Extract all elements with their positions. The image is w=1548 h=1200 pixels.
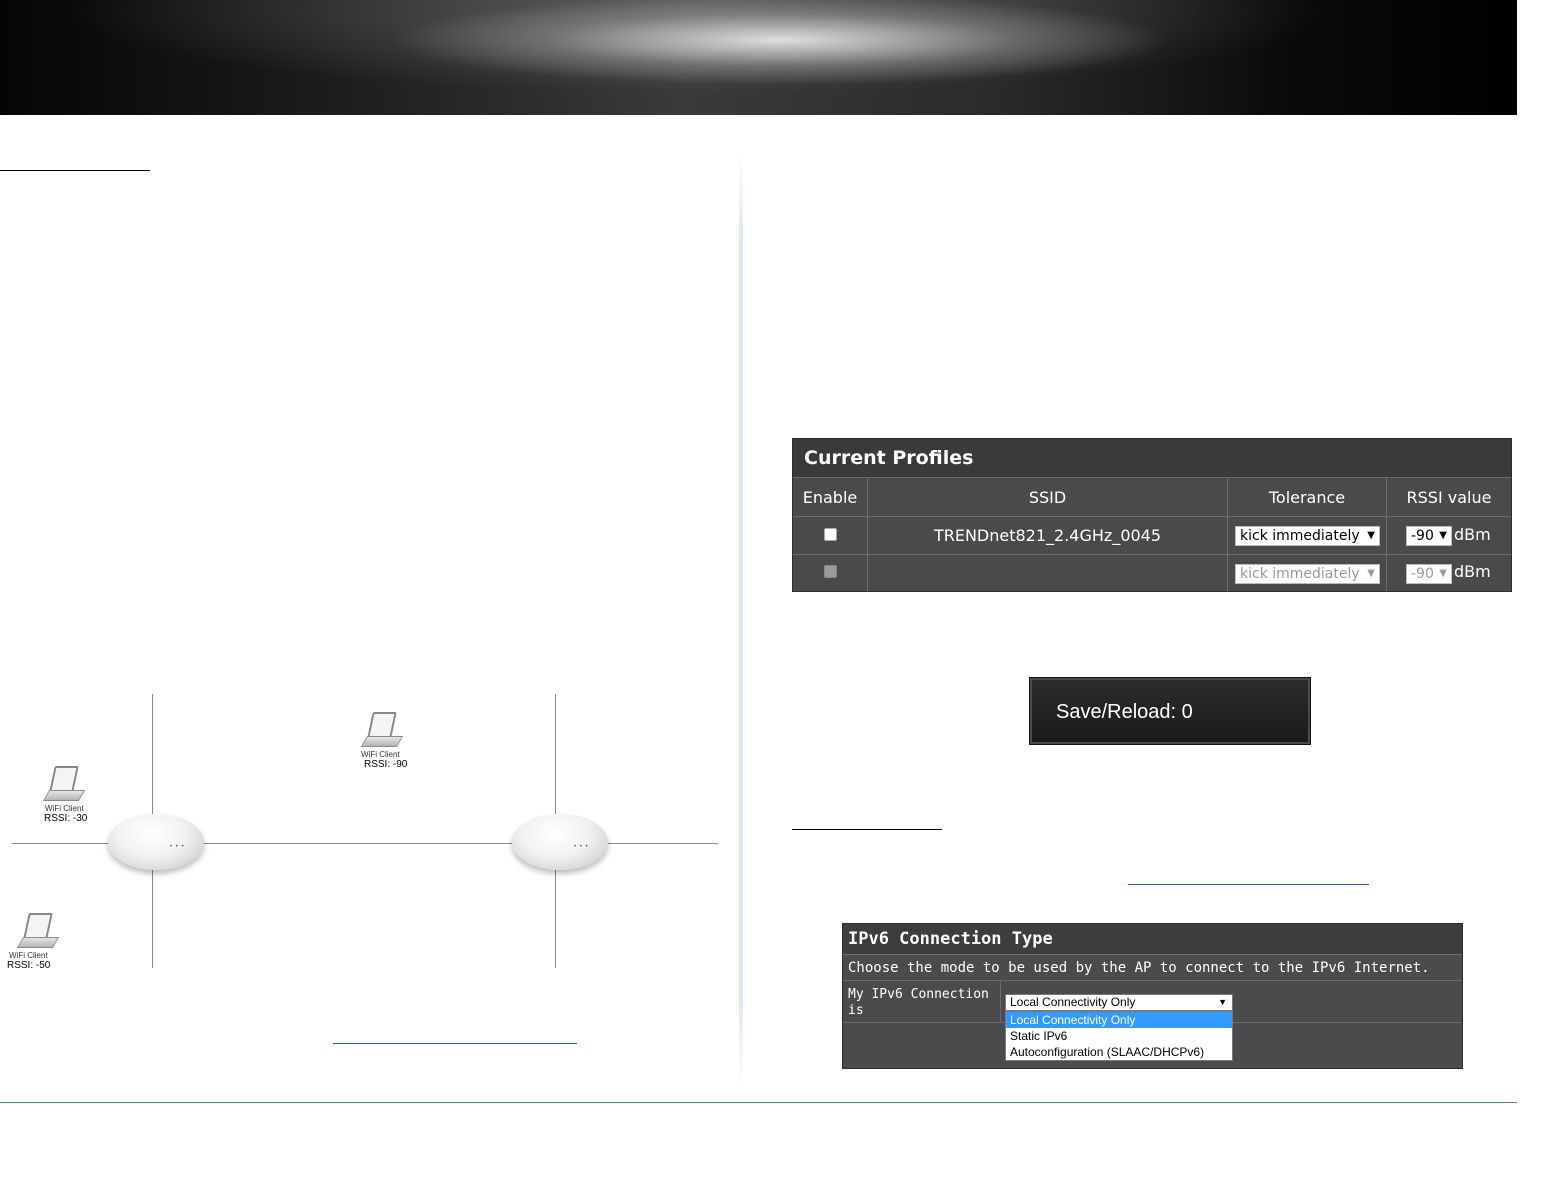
- table-row: [793, 517, 868, 555]
- rssi-cell: -90 ▼ dBm: [1387, 555, 1511, 591]
- ssid-cell: [868, 555, 1228, 591]
- ipv6-connection-panel: IPv6 Connection Type Choose the mode to …: [842, 923, 1463, 1069]
- ssid-cell: TRENDnet821_2.4GHz_0045: [868, 517, 1228, 555]
- option-static-ipv6[interactable]: Static IPv6: [1006, 1028, 1232, 1044]
- tolerance-cell: kick immediately ▼: [1228, 517, 1387, 555]
- panel-title: IPv6 Connection Type: [843, 924, 1462, 955]
- tolerance-value: kick immediately: [1240, 528, 1360, 544]
- network-diagram: • • • • • • WiFi Client RSSI: -30 WiFi C…: [0, 690, 740, 990]
- ipv6-connection-select[interactable]: Local Connectivity Only ▼: [1005, 994, 1233, 1011]
- access-point-icon: • • •: [512, 814, 608, 870]
- link-underline[interactable]: [333, 1043, 577, 1044]
- wifi-client: WiFi Client RSSI: -50: [0, 913, 80, 971]
- current-profiles-panel: Current Profiles Enable SSID Tolerance R…: [792, 438, 1512, 592]
- wifi-client: WiFi Client RSSI: -90: [344, 712, 424, 770]
- dropdown-arrow-icon: ▼: [1439, 530, 1447, 541]
- dropdown-arrow-icon: ▼: [1367, 568, 1375, 579]
- rssi-value: -90: [1411, 566, 1434, 582]
- footer-divider: [0, 1102, 1517, 1103]
- tolerance-cell: kick immediately ▼: [1228, 555, 1387, 591]
- tolerance-select[interactable]: kick immediately ▼: [1235, 526, 1380, 546]
- panel-title: Current Profiles: [793, 439, 1511, 478]
- header-tolerance: Tolerance: [1228, 478, 1387, 517]
- client-rssi: RSSI: -30: [44, 813, 88, 824]
- option-local-connectivity[interactable]: Local Connectivity Only: [1006, 1012, 1232, 1028]
- header-ssid: SSID: [868, 478, 1228, 517]
- section-heading-underline: [0, 170, 150, 171]
- client-label: WiFi Client: [361, 750, 400, 759]
- client-rssi: RSSI: -90: [364, 759, 408, 770]
- tolerance-select[interactable]: kick immediately ▼: [1235, 564, 1380, 584]
- client-rssi: RSSI: -50: [7, 960, 51, 971]
- table-row: [793, 555, 868, 591]
- option-autoconfiguration[interactable]: Autoconfiguration (SLAAC/DHCPv6): [1006, 1044, 1232, 1060]
- connection-label: My IPv6 Connection is: [843, 981, 1001, 1023]
- save-reload-button[interactable]: Save/Reload: 0: [1029, 677, 1311, 745]
- rssi-unit: dBm: [1454, 562, 1491, 581]
- rssi-unit: dBm: [1454, 525, 1491, 544]
- dropdown-arrow-icon: ▼: [1439, 568, 1447, 579]
- enable-checkbox[interactable]: [823, 528, 837, 541]
- header-banner: [0, 0, 1517, 115]
- link-underline[interactable]: [1128, 884, 1369, 885]
- header-rssi: RSSI value: [1387, 478, 1511, 517]
- tolerance-value: kick immediately: [1240, 566, 1360, 582]
- panel-description: Choose the mode to be used by the AP to …: [843, 955, 1462, 981]
- client-label: WiFi Client: [45, 804, 84, 813]
- header-enable: Enable: [793, 478, 868, 517]
- selected-option: Local Connectivity Only: [1010, 995, 1136, 1009]
- client-label: WiFi Client: [9, 951, 48, 960]
- dropdown-arrow-icon: ▼: [1218, 997, 1227, 1007]
- rssi-select[interactable]: -90 ▼: [1406, 526, 1452, 546]
- access-point-icon: • • •: [108, 814, 204, 870]
- laptop-icon: [16, 913, 60, 951]
- rssi-value: -90: [1411, 528, 1434, 544]
- laptop-icon: [360, 712, 404, 750]
- laptop-icon: [42, 766, 86, 804]
- rssi-select[interactable]: -90 ▼: [1406, 564, 1452, 584]
- enable-checkbox[interactable]: [823, 565, 837, 578]
- ipv6-options-list: Local Connectivity Only Static IPv6 Auto…: [1005, 1011, 1233, 1061]
- rssi-cell: -90 ▼ dBm: [1387, 517, 1511, 555]
- wifi-client: WiFi Client RSSI: -30: [26, 766, 106, 824]
- section-heading-underline: [792, 829, 942, 830]
- dropdown-arrow-icon: ▼: [1367, 530, 1375, 541]
